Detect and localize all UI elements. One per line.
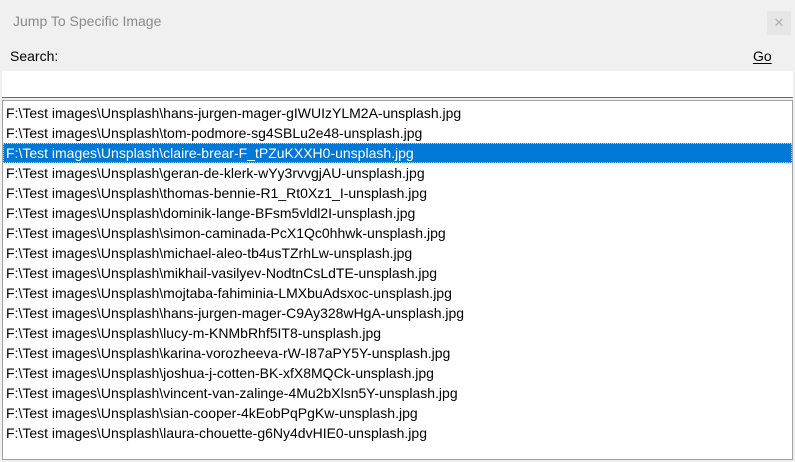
- list-item[interactable]: F:\Test images\Unsplash\sian-cooper-4kEo…: [3, 403, 792, 423]
- list-item-selected[interactable]: F:\Test images\Unsplash\claire-brear-F_t…: [3, 143, 792, 163]
- search-input[interactable]: [2, 71, 793, 98]
- list-item[interactable]: F:\Test images\Unsplash\vincent-van-zali…: [3, 383, 792, 403]
- jump-to-image-dialog: Jump To Specific Image ✕ Search: Go F:\T…: [0, 0, 795, 462]
- list-item[interactable]: F:\Test images\Unsplash\joshua-j-cotten-…: [3, 363, 792, 383]
- go-button[interactable]: Go: [753, 48, 772, 64]
- image-path-list[interactable]: F:\Test images\Unsplash\hans-jurgen-mage…: [2, 100, 793, 460]
- search-label: Search:: [10, 48, 59, 64]
- list-item[interactable]: F:\Test images\Unsplash\hans-jurgen-mage…: [3, 303, 792, 323]
- list-item[interactable]: F:\Test images\Unsplash\thomas-bennie-R1…: [3, 183, 792, 203]
- list-item[interactable]: F:\Test images\Unsplash\michael-aleo-tb4…: [3, 243, 792, 263]
- list-item[interactable]: F:\Test images\Unsplash\karina-vorozheev…: [3, 343, 792, 363]
- list-item[interactable]: F:\Test images\Unsplash\geran-de-klerk-w…: [3, 163, 792, 183]
- list-item[interactable]: F:\Test images\Unsplash\simon-caminada-P…: [3, 223, 792, 243]
- window-title: Jump To Specific Image: [13, 13, 162, 29]
- close-icon[interactable]: ✕: [767, 11, 791, 35]
- list-item[interactable]: F:\Test images\Unsplash\mojtaba-fahimini…: [3, 283, 792, 303]
- list-item[interactable]: F:\Test images\Unsplash\laura-chouette-g…: [3, 423, 792, 443]
- list-item[interactable]: F:\Test images\Unsplash\dominik-lange-BF…: [3, 203, 792, 223]
- list-item[interactable]: F:\Test images\Unsplash\lucy-m-KNMbRhf5I…: [3, 323, 792, 343]
- list-item[interactable]: F:\Test images\Unsplash\tom-podmore-sg4S…: [3, 123, 792, 143]
- list-item[interactable]: F:\Test images\Unsplash\mikhail-vasilyev…: [3, 263, 792, 283]
- list-item[interactable]: F:\Test images\Unsplash\hans-jurgen-mage…: [3, 103, 792, 123]
- title-bar[interactable]: Jump To Specific Image ✕: [0, 0, 795, 42]
